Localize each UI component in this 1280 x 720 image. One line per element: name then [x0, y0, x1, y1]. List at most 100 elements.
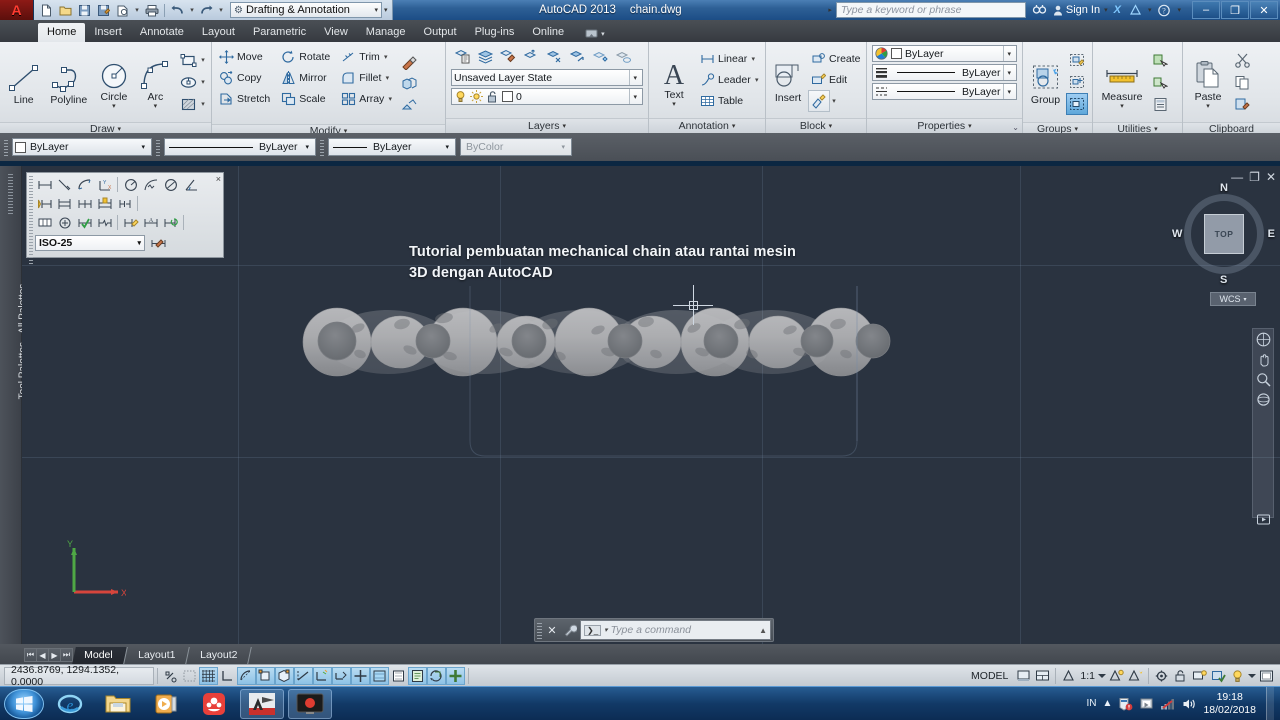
- sun-icon[interactable]: [470, 90, 483, 103]
- undo-dropdown[interactable]: ▾: [188, 6, 196, 14]
- screen-recorder-icon[interactable]: [288, 688, 332, 719]
- quick-properties-icon[interactable]: [408, 666, 427, 685]
- diameter-dimension-icon[interactable]: [161, 176, 180, 194]
- cut-icon[interactable]: [1231, 49, 1253, 71]
- tab-home[interactable]: Home: [38, 23, 86, 42]
- ribbon-options-dropdown-icon[interactable]: ▾: [601, 30, 605, 38]
- measure-button[interactable]: Measure ▾: [1097, 54, 1147, 111]
- tab-online[interactable]: Online: [523, 23, 573, 42]
- plotpreview-icon[interactable]: [114, 2, 131, 19]
- help-icon[interactable]: ?: [1155, 4, 1173, 17]
- tab-layout1[interactable]: Layout1: [125, 647, 190, 664]
- layer-match-icon[interactable]: [497, 45, 519, 67]
- modify-array-button[interactable]: Array: [338, 88, 386, 109]
- drawing-restore-button[interactable]: ❐: [1249, 170, 1260, 184]
- rectangle-dropdown-icon[interactable]: ▾: [199, 56, 207, 64]
- status-bar-menu-icon[interactable]: [1247, 667, 1257, 685]
- ortho-mode-icon[interactable]: [218, 667, 237, 685]
- zoom-icon[interactable]: [1254, 372, 1272, 387]
- draw-arc-button[interactable]: Arc ▾: [136, 54, 175, 111]
- tool-palettes-strip[interactable]: Tool Palettes - All Palettes: [0, 166, 29, 644]
- toolbar-grip[interactable]: [320, 138, 324, 156]
- close-button[interactable]: ✕: [1250, 1, 1278, 19]
- dimension-toolbar-close-button[interactable]: ×: [216, 174, 221, 184]
- ellipse-icon[interactable]: [177, 71, 199, 93]
- arc-length-icon[interactable]: [75, 176, 94, 194]
- match-properties-icon[interactable]: [398, 51, 420, 73]
- exchange-apps-icon[interactable]: X: [1112, 4, 1123, 16]
- block-create-button[interactable]: Create: [808, 48, 863, 69]
- annotation-visibility-icon[interactable]: [1107, 667, 1126, 685]
- annotation-text-button[interactable]: A Text ▾: [653, 52, 695, 109]
- object-linetype-combo[interactable]: ByLayer ▾: [164, 138, 316, 156]
- object-lineweight-combo[interactable]: ByLayer ▾: [328, 138, 456, 156]
- paste-button[interactable]: Paste ▾: [1187, 54, 1229, 111]
- search-input[interactable]: Type a keyword or phrase: [835, 2, 1026, 18]
- properties-lineweight-combo[interactable]: ByLayer ▾: [872, 64, 1017, 81]
- showmotion-icon[interactable]: [1254, 512, 1272, 527]
- define-attribute-icon[interactable]: [808, 90, 830, 112]
- modify-mirror-button[interactable]: Mirror: [278, 67, 332, 88]
- dim-update-icon[interactable]: [161, 214, 180, 232]
- copy-clip-icon[interactable]: [1231, 71, 1253, 93]
- minimize-button[interactable]: –: [1192, 1, 1220, 19]
- security-icon[interactable]: [1118, 697, 1133, 711]
- attribute-dropdown-icon[interactable]: ▾: [830, 97, 838, 105]
- workspace-switching-icon[interactable]: [1152, 667, 1171, 685]
- new-icon[interactable]: [38, 2, 55, 19]
- trim-dropdown-icon[interactable]: ▾: [382, 53, 390, 61]
- explode-icon[interactable]: [398, 95, 420, 117]
- tab-layout[interactable]: Layout: [193, 23, 244, 42]
- sign-in-button[interactable]: Sign In: [1053, 4, 1100, 16]
- annotation-scale-icon[interactable]: [1059, 667, 1078, 685]
- panel-block-title[interactable]: Block ▾: [766, 118, 866, 133]
- dimension-toolbar-grip[interactable]: [29, 176, 33, 264]
- compass-north-label[interactable]: N: [1220, 182, 1228, 194]
- 3d-array-icon[interactable]: [398, 73, 420, 95]
- drawing-minimize-button[interactable]: —: [1231, 170, 1243, 184]
- aligned-dimension-icon[interactable]: [55, 176, 74, 194]
- ordinate-dimension-icon[interactable]: YX: [95, 176, 114, 194]
- modify-stretch-button[interactable]: Stretch: [216, 88, 272, 109]
- signin-dropdown-icon[interactable]: ▾: [1104, 6, 1108, 14]
- pan-icon[interactable]: [1254, 352, 1272, 367]
- model-space-icon[interactable]: [1014, 667, 1033, 685]
- radius-dimension-icon[interactable]: [121, 176, 140, 194]
- continue-dimension-icon[interactable]: [75, 195, 94, 213]
- orbit-icon[interactable]: [1254, 392, 1272, 407]
- show-desktop-button[interactable]: [1266, 686, 1274, 720]
- modify-copy-button[interactable]: Copy: [216, 67, 272, 88]
- toolbar-grip[interactable]: [4, 138, 8, 156]
- linear-dimension-icon[interactable]: [35, 176, 54, 194]
- unlock-icon[interactable]: [486, 90, 499, 103]
- properties-dialog-launcher-icon[interactable]: ⌄: [1012, 123, 1019, 132]
- leader-dropdown-icon[interactable]: ▾: [753, 76, 761, 84]
- ucs-selector-button[interactable]: WCS ▾: [1210, 292, 1256, 306]
- printer-icon[interactable]: [143, 2, 160, 19]
- isolate-objects-icon[interactable]: [1209, 667, 1228, 685]
- current-layer-combo[interactable]: 0 ▾: [451, 88, 643, 105]
- layer-state-combo[interactable]: Unsaved Layer State ▾: [451, 69, 643, 86]
- compass-east-label[interactable]: E: [1268, 228, 1275, 240]
- array-dropdown-icon[interactable]: ▾: [386, 95, 394, 103]
- modify-rotate-button[interactable]: Rotate: [278, 46, 332, 67]
- polar-tracking-icon[interactable]: [237, 666, 256, 685]
- auto-scale-icon[interactable]: [1126, 667, 1145, 685]
- block-edit-button[interactable]: Edit: [808, 69, 863, 90]
- draw-circle-button[interactable]: Circle ▾: [94, 54, 133, 111]
- clean-screen-icon[interactable]: [1257, 667, 1276, 685]
- annotation-scale-dropdown-icon[interactable]: [1097, 667, 1107, 685]
- workspace-selector[interactable]: ⚙ Drafting & Annotation ▾: [230, 2, 382, 18]
- modify-trim-button[interactable]: Trim: [338, 46, 382, 67]
- dim-edit-icon[interactable]: [121, 214, 140, 232]
- action-center-icon[interactable]: [1139, 697, 1154, 711]
- lineweight-icon[interactable]: [370, 666, 389, 685]
- layer-freeze-icon[interactable]: [589, 45, 611, 67]
- hatch-dropdown-icon[interactable]: ▾: [199, 100, 207, 108]
- transparency-icon[interactable]: [389, 667, 408, 685]
- hatch-icon[interactable]: [177, 93, 199, 115]
- circle-dropdown-icon[interactable]: ▾: [112, 103, 116, 110]
- application-menu-button[interactable]: A: [0, 0, 34, 20]
- layer-off-icon[interactable]: [612, 45, 634, 67]
- ellipse-dropdown-icon[interactable]: ▾: [199, 78, 207, 86]
